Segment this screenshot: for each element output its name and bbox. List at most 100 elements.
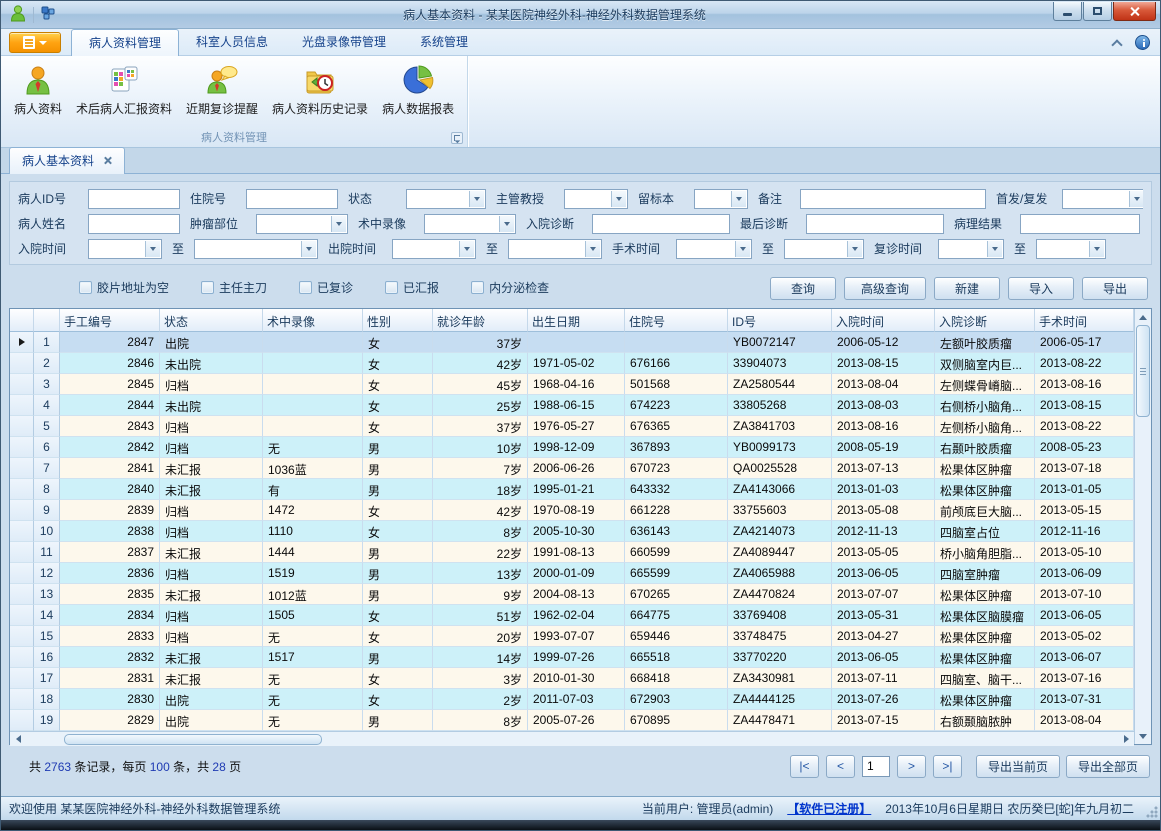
search-button[interactable]: 查询 (770, 277, 836, 300)
resize-grip[interactable] (1146, 806, 1158, 818)
ribbon-item[interactable]: 病人资料 (7, 59, 69, 119)
horizontal-scrollbar[interactable] (10, 731, 1134, 746)
combo-input[interactable] (1062, 189, 1143, 209)
chevron-down-icon[interactable] (499, 216, 514, 232)
search-input[interactable] (246, 189, 338, 209)
pager-next-button[interactable]: > (897, 755, 926, 778)
table-row[interactable]: 142834归档1505女51岁1962-02-0466477533769408… (10, 605, 1134, 626)
table-row[interactable]: 22846未出院女42岁1971-05-02676166339040732013… (10, 353, 1134, 374)
scroll-right-icon[interactable] (1118, 732, 1134, 746)
combo-input[interactable] (784, 239, 864, 259)
chevron-down-icon[interactable] (469, 191, 484, 207)
doc-tab-patient-basic-info[interactable]: 病人基本资料 (9, 147, 125, 174)
grid-header-cell[interactable]: 住院号 (625, 309, 728, 332)
chevron-down-icon[interactable] (847, 241, 862, 257)
table-row[interactable]: 42844未出院女25岁1988-06-15674223338052682013… (10, 395, 1134, 416)
ribbon-tab[interactable]: 科室人员信息 (179, 29, 285, 55)
table-row[interactable]: 82840未汇报有男18岁1995-01-21643332ZA414306620… (10, 479, 1134, 500)
chevron-down-icon[interactable] (611, 191, 626, 207)
combo-input[interactable] (1036, 239, 1106, 259)
search-input[interactable] (800, 189, 986, 209)
chevron-down-icon[interactable] (1129, 191, 1143, 207)
info-icon[interactable] (1135, 35, 1150, 50)
combo-input[interactable] (194, 239, 318, 259)
table-row[interactable]: 152833归档无女20岁1993-07-0765944633748475201… (10, 626, 1134, 647)
grid-header-cell[interactable]: 性别 (363, 309, 433, 332)
grid-header-cell[interactable]: 状态 (160, 309, 263, 332)
chevron-down-icon[interactable] (585, 241, 600, 257)
chevron-down-icon[interactable] (735, 241, 750, 257)
quick-access-layout-icon[interactable] (40, 5, 56, 24)
hscroll-thumb[interactable] (64, 734, 322, 745)
search-input[interactable] (1020, 214, 1140, 234)
search-input[interactable] (592, 214, 730, 234)
checkbox[interactable] (201, 281, 214, 294)
search-input[interactable] (806, 214, 944, 234)
table-row[interactable]: 132835未汇报1012蓝男9岁2004-08-13670265ZA44708… (10, 584, 1134, 605)
checkbox-item[interactable]: 已复诊 (299, 279, 353, 296)
combo-input[interactable] (392, 239, 476, 259)
table-row[interactable]: 192829出院无男8岁2005-07-26670895ZA4478471201… (10, 710, 1134, 731)
table-row[interactable]: 162832未汇报1517男14岁1999-07-266655183377022… (10, 647, 1134, 668)
grid-header-cell[interactable]: ID号 (728, 309, 832, 332)
chevron-down-icon[interactable] (1089, 241, 1104, 257)
chevron-down-icon[interactable] (301, 241, 316, 257)
doc-tab-close-icon[interactable] (103, 156, 112, 165)
advanced-search-button[interactable]: 高级查询 (844, 277, 926, 300)
app-menu-button[interactable] (9, 32, 61, 53)
maximize-button[interactable] (1083, 2, 1112, 21)
ribbon-item[interactable]: 病人资料历史记录 (265, 59, 375, 119)
checkbox-item[interactable]: 主任主刀 (201, 279, 267, 296)
pager-first-button[interactable]: |< (790, 755, 819, 778)
table-row[interactable]: 102838归档1110女8岁2005-10-30636143ZA4214073… (10, 521, 1134, 542)
table-row[interactable]: 52843归档女37岁1976-05-27676365ZA38417032013… (10, 416, 1134, 437)
table-row[interactable]: 62842归档无男10岁1998-12-09367893YB0099173200… (10, 437, 1134, 458)
pager-last-button[interactable]: >| (933, 755, 962, 778)
table-row[interactable]: 172831未汇报无女3岁2010-01-30668418ZA343098120… (10, 668, 1134, 689)
combo-input[interactable] (406, 189, 486, 209)
close-button[interactable] (1113, 2, 1156, 21)
ribbon-collapse-icon[interactable] (1111, 39, 1122, 50)
combo-input[interactable] (694, 189, 748, 209)
table-row[interactable]: 122836归档1519男13岁2000-01-09665599ZA406598… (10, 563, 1134, 584)
checkbox[interactable] (385, 281, 398, 294)
ribbon-item[interactable]: 术后病人汇报资料 (69, 59, 179, 119)
combo-input[interactable] (424, 214, 516, 234)
table-row[interactable]: 92839归档1472女42岁1970-08-19661228337556032… (10, 500, 1134, 521)
grid-header-cell[interactable]: 术中录像 (263, 309, 363, 332)
ribbon-tab[interactable]: 系统管理 (403, 29, 485, 55)
combo-input[interactable] (564, 189, 628, 209)
combo-input[interactable] (256, 214, 348, 234)
grid-header-cell[interactable]: 入院诊断 (935, 309, 1035, 332)
dialog-launcher-icon[interactable] (451, 132, 463, 144)
export-current-page-button[interactable]: 导出当前页 (976, 755, 1060, 778)
scroll-down-icon[interactable] (1135, 728, 1151, 744)
ribbon-item[interactable]: 病人数据报表 (375, 59, 461, 119)
combo-input[interactable] (88, 239, 162, 259)
import-button[interactable]: 导入 (1008, 277, 1074, 300)
export-all-pages-button[interactable]: 导出全部页 (1066, 755, 1150, 778)
grid-header-cell[interactable]: 手术时间 (1035, 309, 1134, 332)
checkbox-item[interactable]: 内分泌检查 (471, 279, 549, 296)
table-row[interactable]: 72841未汇报1036蓝男7岁2006-06-26670723QA002552… (10, 458, 1134, 479)
chevron-down-icon[interactable] (987, 241, 1002, 257)
checkbox-item[interactable]: 胶片地址为空 (79, 279, 169, 296)
grid-header-cell[interactable]: 入院时间 (832, 309, 935, 332)
table-row[interactable]: 182830出院无女2岁2011-07-03672903ZA4444125201… (10, 689, 1134, 710)
software-registered-link[interactable]: 【软件已注册】 (787, 800, 871, 817)
combo-input[interactable] (938, 239, 1004, 259)
ribbon-tab[interactable]: 病人资料管理 (71, 29, 179, 56)
scroll-up-icon[interactable] (1135, 309, 1151, 325)
combo-input[interactable] (508, 239, 602, 259)
checkbox[interactable] (79, 281, 92, 294)
search-input[interactable] (88, 189, 180, 209)
search-input[interactable] (88, 214, 180, 234)
table-row[interactable]: 112837未汇报1444男22岁1991-08-13660599ZA40894… (10, 542, 1134, 563)
checkbox[interactable] (471, 281, 484, 294)
new-button[interactable]: 新建 (934, 277, 1000, 300)
chevron-down-icon[interactable] (331, 216, 346, 232)
grid-header-cell[interactable]: 就诊年龄 (433, 309, 528, 332)
scroll-left-icon[interactable] (10, 732, 26, 746)
chevron-down-icon[interactable] (731, 191, 746, 207)
vertical-scrollbar[interactable] (1134, 309, 1151, 744)
